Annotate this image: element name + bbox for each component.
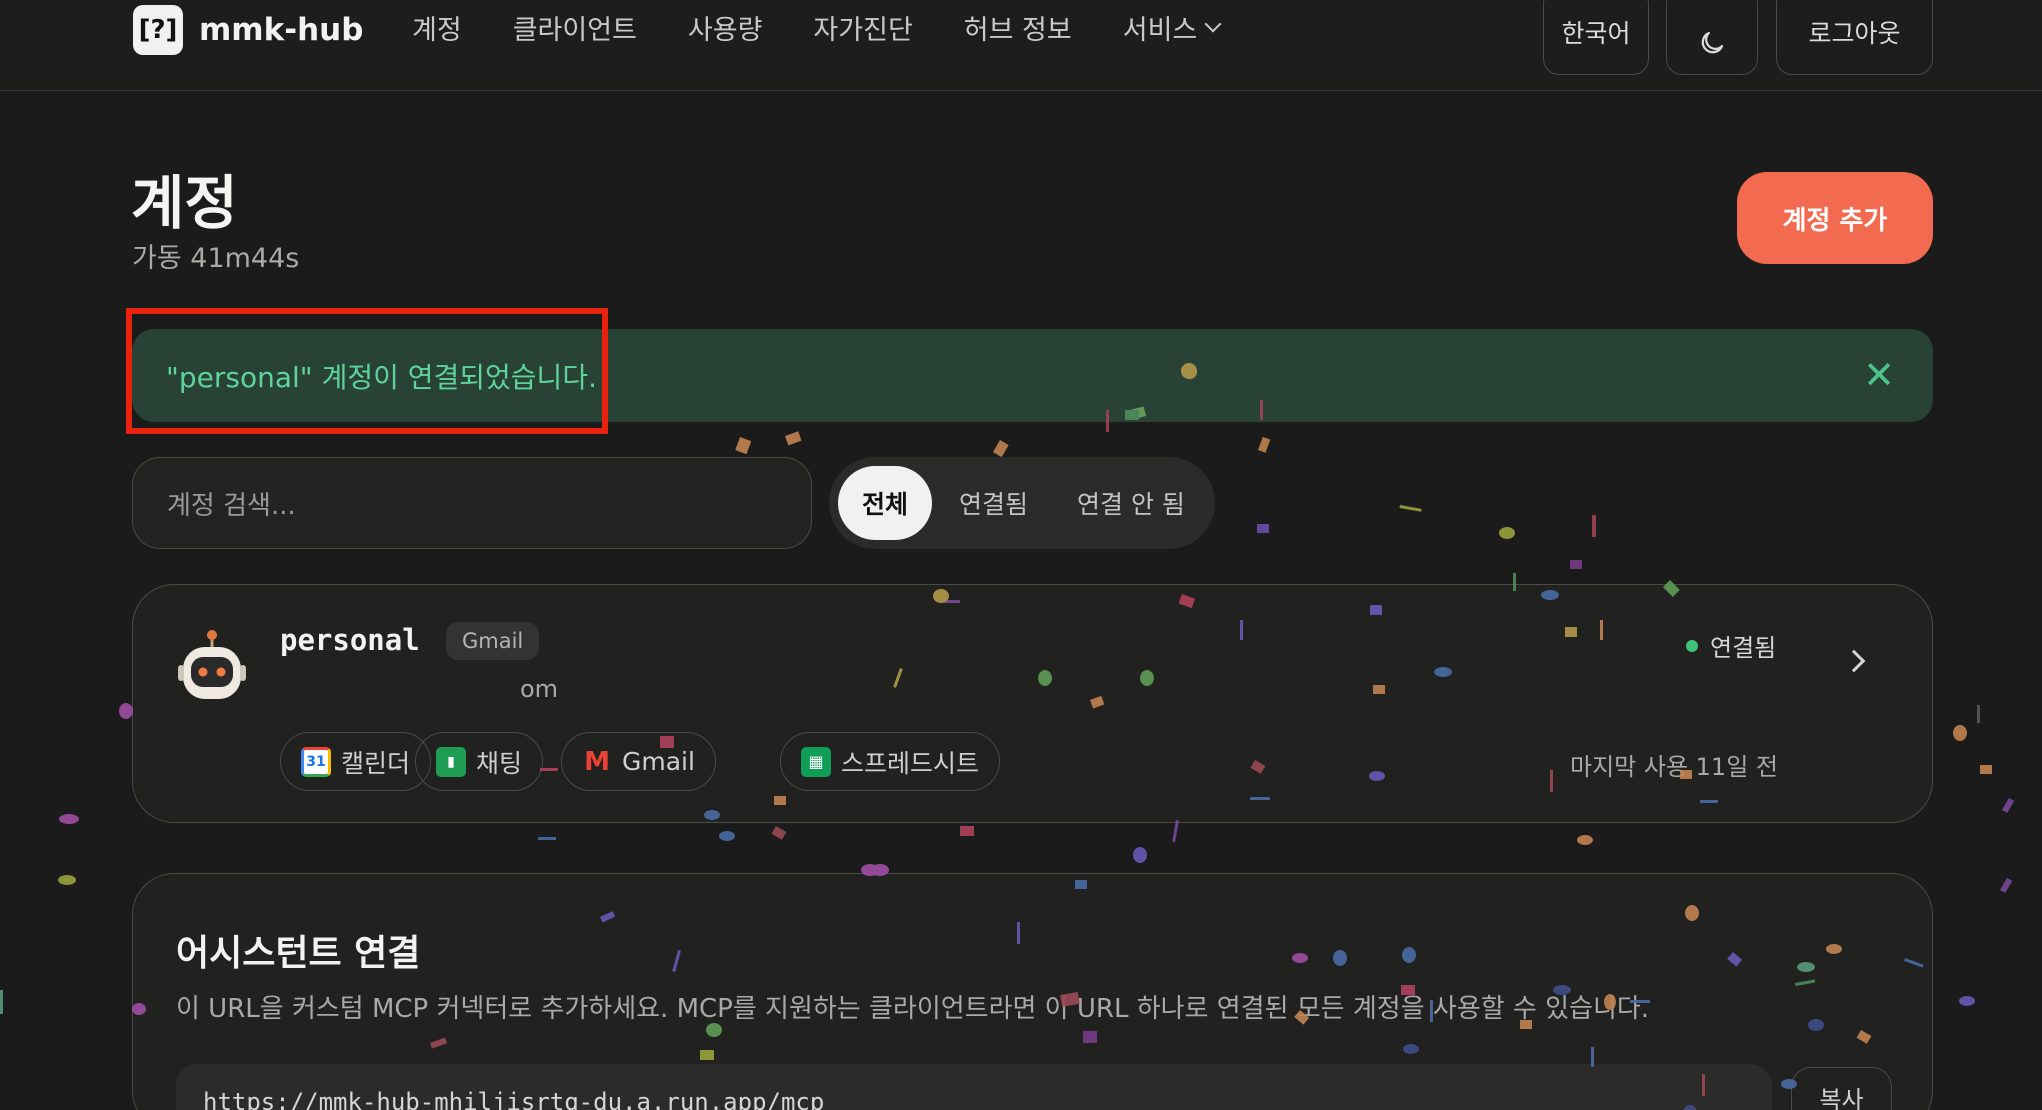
app-name: mmk-hub	[199, 12, 364, 48]
add-account-button[interactable]: 계정 추가	[1737, 172, 1933, 264]
status-badge: 연결됨	[1686, 628, 1776, 663]
service-label: Gmail	[622, 747, 695, 776]
chat-icon: ▮	[436, 746, 466, 777]
nav-clients[interactable]: 클라이언트	[513, 8, 637, 47]
filter-segmented-control: 전체 연결됨 연결 안 됨	[829, 457, 1215, 549]
chevron-right-icon[interactable]	[1842, 649, 1866, 673]
service-label: 채팅	[476, 748, 523, 778]
account-card[interactable]: personal Gmail om 연결됨 31 캘린더 ▮ 채팅 M Gmai…	[132, 584, 1933, 823]
nav-accounts[interactable]: 계정	[412, 8, 462, 47]
main-nav: 계정 클라이언트 사용량 자가진단 허브 정보 서비스	[412, 8, 1222, 47]
assistant-description: 이 URL을 커스텀 MCP 커넥터로 추가하세요. MCP를 지원하는 클라이…	[176, 994, 1650, 1024]
account-name: personal	[280, 623, 420, 657]
service-chip-gmail: M Gmail	[561, 732, 716, 791]
calendar-icon: 31	[301, 746, 331, 777]
sheets-icon: ▦	[801, 746, 831, 777]
logo-icon: [?]	[133, 5, 183, 55]
nav-hub-info[interactable]: 허브 정보	[964, 8, 1072, 47]
service-label: 캘린더	[341, 748, 411, 778]
logout-button[interactable]: 로그아웃	[1776, 0, 1933, 75]
last-used-text: 마지막 사용 11일 전	[1570, 753, 1778, 781]
service-chip-chat: ▮ 채팅	[415, 732, 544, 791]
filter-connected[interactable]: 연결됨	[959, 457, 1028, 549]
moon-icon	[1701, 31, 1724, 53]
chevron-down-icon	[1204, 15, 1222, 32]
service-label: 스프레드시트	[841, 748, 980, 778]
gmail-icon: M	[584, 746, 610, 777]
nav-services-label: 서비스	[1122, 15, 1198, 46]
robot-avatar-icon	[178, 630, 246, 699]
uptime-text: 가동 41m44s	[132, 243, 300, 274]
nav-self-diagnosis[interactable]: 자가진단	[813, 8, 912, 47]
language-button[interactable]: 한국어	[1543, 0, 1649, 75]
close-icon[interactable]: ✕	[1863, 353, 1895, 397]
status-label: 연결됨	[1710, 634, 1777, 662]
provider-badge: Gmail	[446, 622, 540, 660]
mcp-url-field[interactable]: https://mmk-hub-mhiljisrtq-du.a.run.app/…	[176, 1064, 1772, 1110]
assistant-title: 어시스턴트 연결	[176, 933, 421, 974]
nav-usage[interactable]: 사용량	[688, 8, 763, 47]
search-input[interactable]: 계정 검색...	[132, 457, 812, 549]
filter-disconnected[interactable]: 연결 안 됨	[1077, 457, 1185, 549]
top-navigation-bar: [?] mmk-hub 계정 클라이언트 사용량 자가진단 허브 정보 서비스 …	[0, 0, 2042, 91]
status-dot-icon	[1686, 639, 1698, 652]
nav-services-dropdown[interactable]: 서비스	[1122, 8, 1222, 47]
highlight-box	[126, 308, 608, 434]
app-logo[interactable]: [?] mmk-hub	[133, 5, 363, 55]
service-chip-calendar: 31 캘린더	[280, 732, 432, 791]
assistant-connection-card: 어시스턴트 연결 이 URL을 커스텀 MCP 커넥터로 추가하세요. MCP를…	[132, 873, 1933, 1110]
page-title: 계정	[131, 169, 238, 237]
account-email: om	[520, 675, 559, 703]
copy-button[interactable]: 복사	[1791, 1067, 1892, 1110]
theme-toggle-button[interactable]	[1666, 0, 1758, 75]
filter-all[interactable]: 전체	[838, 466, 932, 540]
service-chip-sheets: ▦ 스프레드시트	[780, 732, 1001, 791]
